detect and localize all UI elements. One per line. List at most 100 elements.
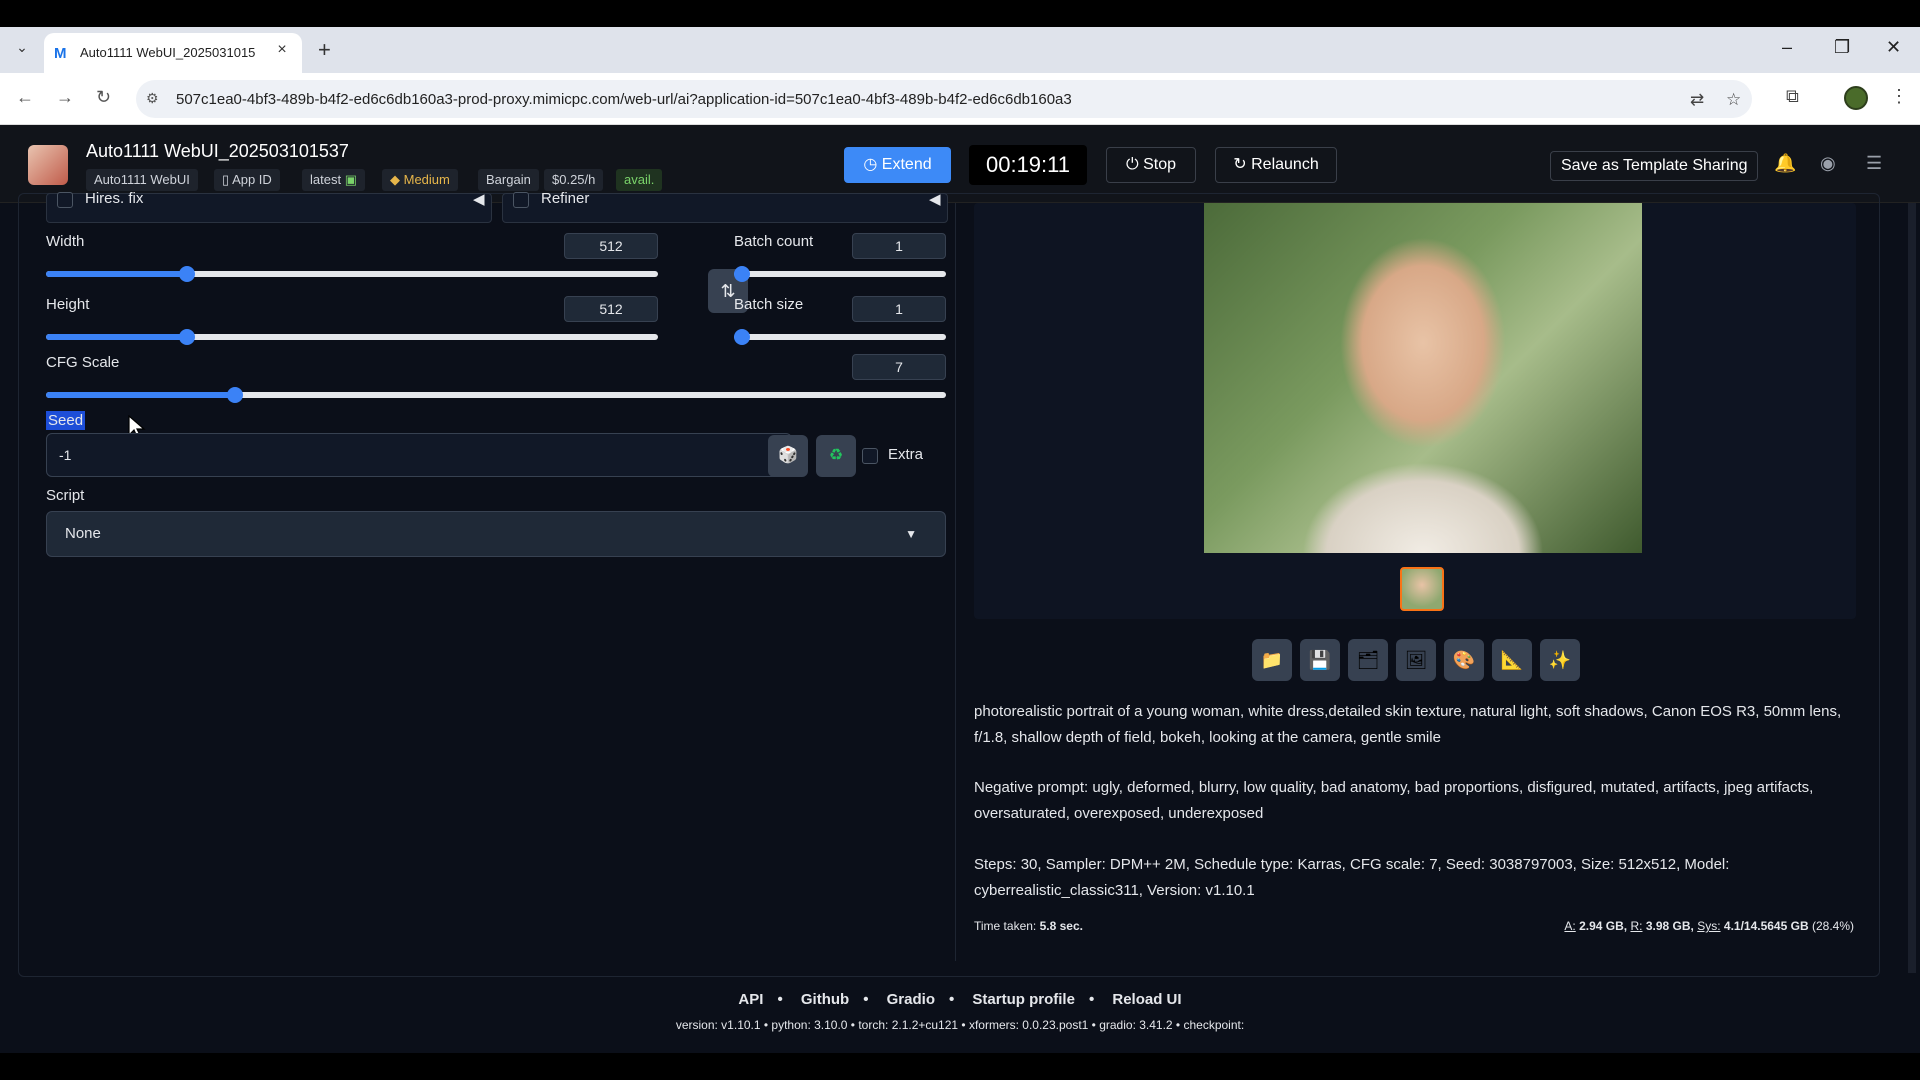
- version-label: latest: [310, 172, 342, 187]
- sparkles-icon: ✨: [1548, 650, 1572, 670]
- minimize-icon[interactable]: –: [1782, 37, 1792, 58]
- close-icon[interactable]: ×: [272, 41, 292, 61]
- sidebar-menu-icon[interactable]: ☰: [1866, 153, 1882, 174]
- mem-sys-value: 4.1/14.5645 GB: [1723, 919, 1809, 933]
- forward-icon[interactable]: →: [56, 87, 74, 108]
- generated-image[interactable]: [1204, 203, 1642, 553]
- negative-prompt-text: Negative prompt: ugly, deformed, blurry,…: [974, 779, 1814, 822]
- restore-icon[interactable]: ❐: [1834, 37, 1850, 58]
- screen-top-bar: [0, 0, 1920, 27]
- extra-label: Extra: [888, 446, 924, 463]
- upscale-button[interactable]: ✨: [1540, 639, 1580, 681]
- width-label: Width: [46, 233, 85, 250]
- hires-fix-label: Hires. fix: [85, 190, 144, 207]
- save-button[interactable]: 💾: [1300, 639, 1340, 681]
- batch-size-slider[interactable]: [734, 329, 946, 345]
- send-to-inpaint-button[interactable]: 🎨: [1444, 639, 1484, 681]
- send-to-extras-button[interactable]: 📐: [1492, 639, 1532, 681]
- cfg-scale-label: CFG Scale: [46, 354, 120, 371]
- discord-icon[interactable]: ◉: [1820, 153, 1836, 174]
- seed-input[interactable]: -1: [46, 433, 792, 477]
- extensions-icon[interactable]: ⧉: [1786, 86, 1799, 107]
- height-input[interactable]: 512: [564, 296, 658, 322]
- collapse-icon[interactable]: ◀: [929, 190, 941, 208]
- tier-label: Medium: [403, 172, 450, 187]
- cfg-scale-slider-thumb[interactable]: [227, 387, 243, 403]
- app-name-chip: Auto1111 WebUI: [86, 169, 198, 191]
- session-timer: 00:19:11: [969, 145, 1087, 185]
- batch-count-input[interactable]: 1: [852, 233, 946, 259]
- cfg-scale-slider[interactable]: [46, 387, 946, 403]
- send-to-img2img-button[interactable]: 🖼: [1396, 639, 1436, 681]
- extra-checkbox[interactable]: [862, 448, 878, 464]
- random-seed-button[interactable]: 🎲: [768, 435, 808, 477]
- footer-link-reload-ui[interactable]: Reload UI: [1112, 991, 1181, 1008]
- gallery-thumbnail[interactable]: [1400, 567, 1444, 611]
- collapse-icon[interactable]: ◀: [473, 190, 485, 208]
- refiner-checkbox[interactable]: [513, 192, 529, 208]
- tab-search-icon[interactable]: ⌄: [12, 39, 32, 59]
- browser-tab[interactable]: M Auto1111 WebUI_2025031015 ×: [44, 33, 302, 73]
- height-slider-thumb[interactable]: [178, 329, 195, 345]
- caret-down-icon: ▼: [905, 527, 917, 541]
- footer-link-gradio[interactable]: Gradio: [887, 991, 935, 1008]
- batch-size-input[interactable]: 1: [852, 296, 946, 322]
- window-close-icon[interactable]: ✕: [1886, 37, 1901, 58]
- zip-button[interactable]: 🗂: [1348, 639, 1388, 681]
- script-select-value: None: [65, 525, 101, 542]
- save-icon: 💾: [1308, 650, 1332, 670]
- cfg-scale-slider-fill: [46, 392, 235, 398]
- app-id-chip[interactable]: ▯ App ID: [214, 169, 280, 191]
- image-icon: 🖼: [1404, 650, 1428, 670]
- script-select[interactable]: None ▼: [46, 511, 946, 557]
- batch-count-slider[interactable]: [734, 266, 946, 282]
- stop-button[interactable]: ⏻ Stop: [1106, 147, 1196, 183]
- generation-params-text: Steps: 30, Sampler: DPM++ 2M, Schedule t…: [974, 856, 1730, 899]
- width-slider[interactable]: [46, 266, 658, 282]
- star-icon[interactable]: ☆: [1726, 90, 1741, 110]
- cfg-scale-input[interactable]: 7: [852, 354, 946, 380]
- translate-icon[interactable]: ⇄: [1690, 90, 1704, 110]
- mem-r-label: R:: [1630, 919, 1643, 933]
- app-avatar: [28, 145, 68, 185]
- site-info-icon[interactable]: ⚙: [146, 90, 159, 107]
- main-area: Hires. fix ◀ Refiner ◀ Width 512 Height …: [0, 190, 1920, 1053]
- tab-title: Auto1111 WebUI_2025031015: [80, 45, 256, 60]
- save-template-button[interactable]: Save as Template Sharing: [1550, 151, 1759, 181]
- stop-label: Stop: [1143, 156, 1177, 173]
- batch-size-slider-thumb[interactable]: [734, 329, 750, 345]
- right-panel: 📁 💾 🗂 🖼 🎨 📐 ✨ photorealistic portrait of…: [966, 203, 1862, 961]
- footer-link-startup-profile[interactable]: Startup profile: [972, 991, 1075, 1008]
- relaunch-label: Relaunch: [1251, 156, 1319, 173]
- hires-fix-checkbox[interactable]: [57, 192, 73, 208]
- dice-icon: 🎲: [778, 447, 798, 464]
- reuse-seed-button[interactable]: ♻: [816, 435, 856, 477]
- height-slider[interactable]: [46, 329, 658, 345]
- new-tab-icon[interactable]: +: [318, 37, 331, 63]
- footer-link-api[interactable]: API: [738, 991, 763, 1008]
- batch-count-slider-thumb[interactable]: [734, 266, 750, 282]
- extend-button[interactable]: ◷ Extend: [844, 147, 951, 183]
- back-icon[interactable]: ←: [16, 87, 34, 108]
- left-panel: Hires. fix ◀ Refiner ◀ Width 512 Height …: [32, 190, 956, 961]
- open-folder-button[interactable]: 📁: [1252, 639, 1292, 681]
- hires-fix-accordion[interactable]: Hires. fix ◀: [46, 190, 492, 223]
- width-slider-thumb[interactable]: [178, 266, 195, 282]
- menu-dots-icon[interactable]: ⋮: [1890, 86, 1908, 107]
- url-field[interactable]: ⚙ 507c1ea0-4bf3-489b-b4f2-ed6c6db160a3-p…: [136, 80, 1752, 118]
- zip-icon: 🗂: [1356, 650, 1380, 670]
- memory-stats: A: 2.94 GB, R: 3.98 GB, Sys: 4.1/14.5645…: [1564, 919, 1854, 933]
- profile-avatar[interactable]: [1844, 86, 1868, 110]
- folder-icon: 📁: [1260, 650, 1284, 670]
- bell-icon[interactable]: 🔔: [1774, 153, 1796, 174]
- script-label: Script: [46, 487, 85, 504]
- footer-link-github[interactable]: Github: [801, 991, 849, 1008]
- refiner-accordion[interactable]: Refiner ◀: [502, 190, 948, 223]
- ruler-icon: 📐: [1500, 650, 1524, 670]
- relaunch-button[interactable]: ↻ Relaunch: [1215, 147, 1337, 183]
- reload-icon[interactable]: ↻: [96, 87, 111, 108]
- page-scrollbar[interactable]: [1908, 203, 1916, 973]
- width-input[interactable]: 512: [564, 233, 658, 259]
- time-taken-value: 5.8 sec.: [1039, 919, 1083, 933]
- bargain-chip: Bargain: [478, 169, 539, 191]
